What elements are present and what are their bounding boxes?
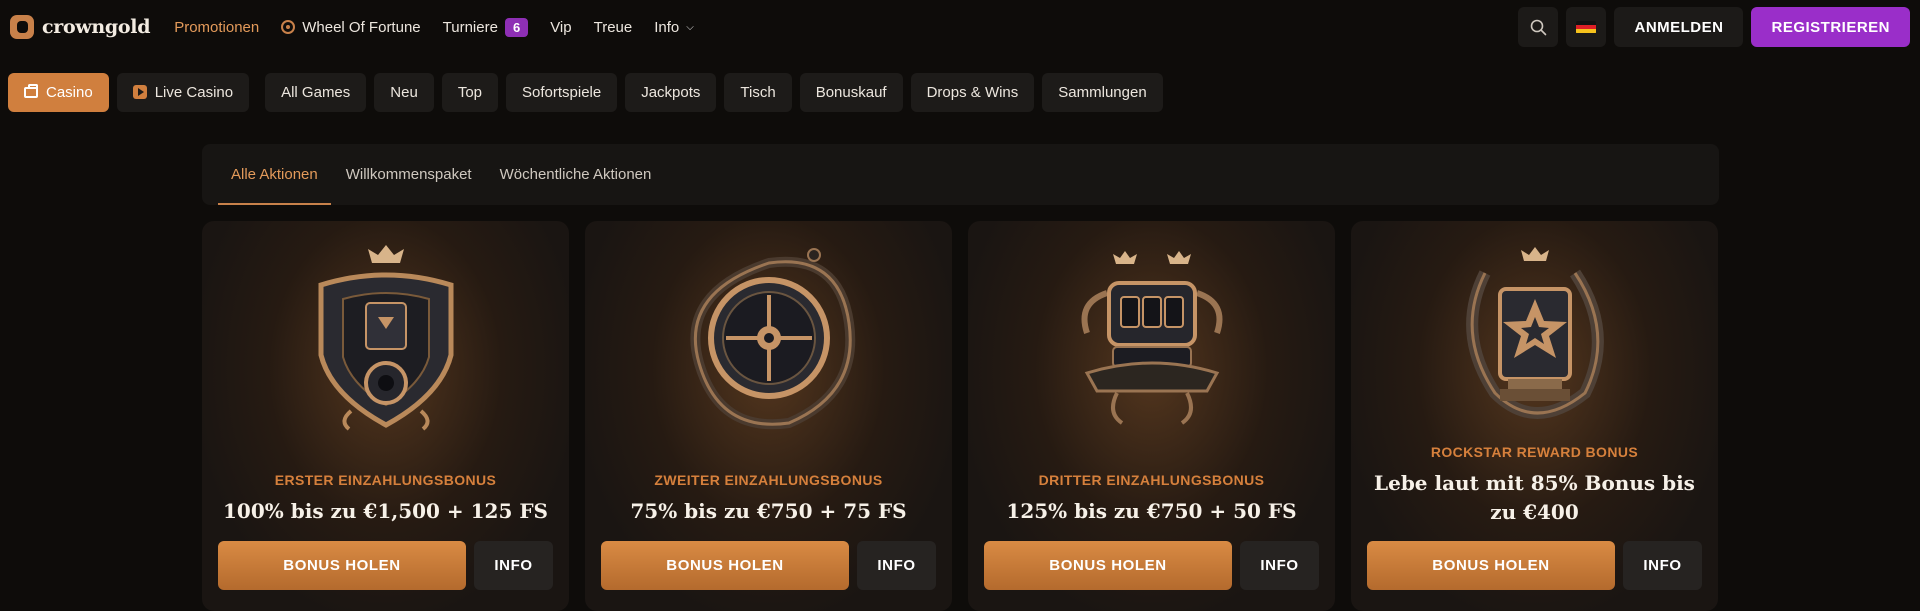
card-slot-machine-emblem-icon [1081,251,1222,425]
german-flag-icon [1576,20,1597,34]
chevron-down-icon: ⌵ [686,21,694,33]
card-star-emblem-icon [1465,247,1604,419]
top-navigation-bar: crowngold Promotionen Wheel Of Fortune T… [0,0,1920,54]
header-actions: ANMELDEN REGISTRIEREN [1518,7,1910,47]
category-table[interactable]: Tisch [724,72,792,112]
promo-card-actions: BONUS HOLEN INFO [601,541,936,590]
info-button[interactable]: INFO [474,541,553,590]
category-collections[interactable]: Sammlungen [1042,72,1163,112]
nav-wheel-of-fortune[interactable]: Wheel Of Fortune [281,18,421,36]
briefcase-icon [24,83,38,98]
promo-card-label: ROCKSTAR REWARD BONUS [1430,444,1639,460]
promo-card-title: 125% bis zu €750 + 50 FS [1006,499,1297,523]
main-nav: Promotionen Wheel Of Fortune Turniere 6 … [174,17,694,37]
nav-vip[interactable]: Vip [550,19,571,36]
search-icon [1530,19,1547,35]
nav-tournaments-label: Turniere [442,18,498,36]
tournaments-count-badge: 6 [504,17,529,37]
category-jackpots[interactable]: Jackpots [625,72,717,112]
promo-card: ERSTER EINZAHLUNGSBONUS 100% bis zu €1,5… [202,221,569,611]
promotion-cards: ERSTER EINZAHLUNGSBONUS 100% bis zu €1,5… [202,221,1719,611]
language-selector[interactable] [1566,7,1607,47]
crowngold-logo-icon [10,15,34,39]
nav-tournaments[interactable]: Turniere 6 [442,17,529,37]
tab-welcome-package[interactable]: Willkommenspaket [344,144,474,205]
info-button[interactable]: INFO [857,541,936,590]
brand-logo[interactable]: crowngold [10,15,150,39]
category-new[interactable]: Neu [374,72,434,112]
category-casino[interactable]: Casino [8,72,109,112]
category-all-games[interactable]: All Games [265,72,367,112]
promo-card-label: ERSTER EINZAHLUNGSBONUS [274,472,497,488]
promo-card: ROCKSTAR REWARD BONUS Lebe laut mit 85% … [1351,221,1718,611]
claim-bonus-button[interactable]: BONUS HOLEN [984,541,1232,590]
nav-loyalty[interactable]: Treue [594,19,633,36]
promo-card-actions: BONUS HOLEN INFO [1367,541,1702,590]
category-bar: Casino Live Casino All Games Neu Top Sof… [0,54,1920,119]
promo-card-label: ZWEITER EINZAHLUNGSBONUS [654,472,883,488]
nav-wheel-label: Wheel Of Fortune [302,18,421,36]
category-live-casino-label: Live Casino [154,83,234,101]
category-instant-games[interactable]: Sofortspiele [506,72,618,112]
tab-all-promotions[interactable]: Alle Aktionen [218,144,331,205]
category-live-casino[interactable]: Live Casino [116,72,250,112]
promo-card: ZWEITER EINZAHLUNGSBONUS 75% bis zu €750… [585,221,952,611]
promo-card-actions: BONUS HOLEN INFO [218,541,553,590]
wheel-icon [281,20,296,34]
promo-card-title: 75% bis zu €750 + 75 FS [630,499,907,523]
nav-promotions[interactable]: Promotionen [174,19,259,36]
search-button[interactable] [1518,7,1559,47]
category-top[interactable]: Top [441,72,498,112]
info-button[interactable]: INFO [1623,541,1702,590]
claim-bonus-button[interactable]: BONUS HOLEN [601,541,849,590]
promo-card-title: 100% bis zu €1,500 + 125 FS [223,499,548,523]
promo-card-actions: BONUS HOLEN INFO [984,541,1319,590]
promo-card-title: Lebe laut mit 85% Bonus bis zu €400 [1374,471,1695,524]
claim-bonus-button[interactable]: BONUS HOLEN [218,541,466,590]
category-casino-label: Casino [46,83,93,101]
tab-weekly-promotions[interactable]: Wöchentliche Aktionen [498,144,654,205]
category-drops-wins[interactable]: Drops & Wins [910,72,1035,112]
nav-info-dropdown[interactable]: Info ⌵ [654,19,694,36]
login-button[interactable]: ANMELDEN [1614,7,1744,47]
nav-info-label: Info [654,18,680,36]
card-roulette-emblem-icon [689,248,855,430]
play-icon [132,85,147,99]
claim-bonus-button[interactable]: BONUS HOLEN [1367,541,1615,590]
info-button[interactable]: INFO [1240,541,1319,590]
card-shield-emblem-icon [318,245,453,431]
register-button[interactable]: REGISTRIEREN [1751,7,1910,47]
promotion-tabs: Alle Aktionen Willkommenspaket Wöchentli… [202,144,1719,205]
promo-card: DRITTER EINZAHLUNGSBONUS 125% bis zu €75… [968,221,1335,611]
brand-name: crowngold [42,16,151,38]
category-bonus-buy[interactable]: Bonuskauf [799,72,903,112]
promo-card-label: DRITTER EINZAHLUNGSBONUS [1038,472,1265,488]
